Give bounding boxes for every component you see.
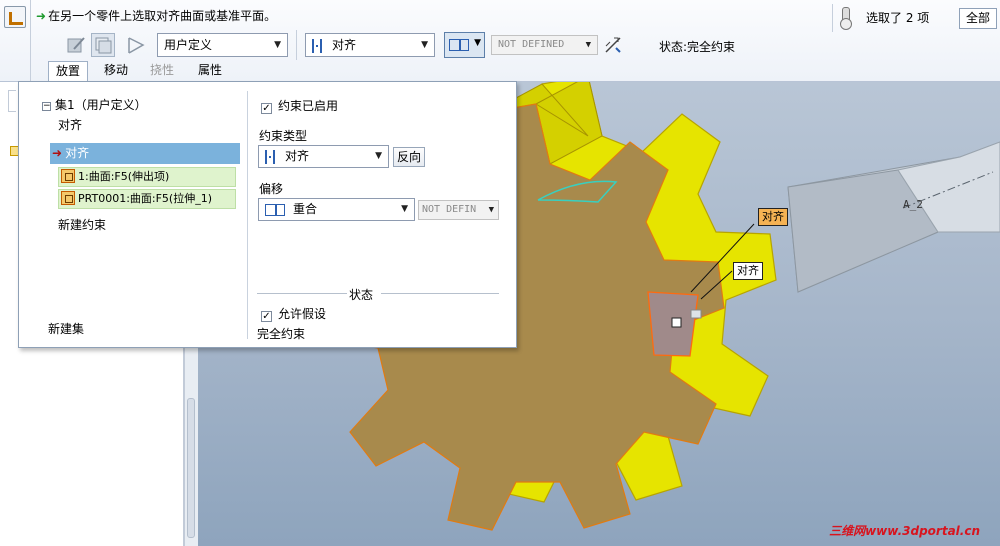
tab-flexibility: 挠性: [149, 63, 174, 77]
placement-status: 完全约束: [257, 327, 306, 341]
constraint-type-dropdown[interactable]: 对齐 ▼: [258, 145, 389, 168]
divider: [832, 4, 833, 32]
coincident-icon: [265, 203, 285, 216]
constraint-type-value: 对齐: [332, 38, 357, 52]
chevron-down-icon: ▼: [474, 38, 481, 48]
connection-tool-button[interactable]: [125, 33, 149, 57]
window-icon: [95, 37, 112, 54]
allow-assumptions-label: 允许假设: [278, 307, 327, 321]
prompt-arrow-icon: ➜: [36, 9, 47, 23]
datum-marker: [690, 309, 702, 319]
part-surface-icon: [61, 169, 75, 183]
set-type-value: 用户定义: [164, 38, 213, 52]
constraint-type-value: 对齐: [285, 149, 310, 163]
offset-value: NOT DEFINED: [498, 39, 565, 50]
edit-tool-button[interactable]: [64, 33, 88, 57]
flip-button[interactable]: 反向: [393, 147, 425, 167]
collapse-icon[interactable]: −: [42, 102, 51, 111]
chevron-down-icon: ▼: [488, 205, 494, 215]
reference-label: PRT0001:曲面:F5(拉伸_1): [78, 192, 213, 205]
chevron-down-icon: ▼: [421, 40, 428, 50]
datum-marker: [671, 317, 682, 328]
part-surface-icon: [61, 191, 75, 205]
checkbox-checked-icon[interactable]: ✓: [261, 311, 272, 322]
allow-assumptions-checkbox[interactable]: ✓ 允许假设: [261, 305, 326, 322]
align-icon: [312, 38, 322, 53]
offset-value-field[interactable]: NOT DEFINED ▼: [491, 35, 598, 55]
offset-distance-value: NOT DEFIN: [422, 204, 477, 215]
divider: [296, 30, 297, 60]
prompt-text: 在另一个零件上选取对齐曲面或基准平面。: [48, 9, 277, 23]
flip-icon: [605, 37, 621, 53]
divider: [30, 0, 31, 82]
group-rule: [257, 293, 347, 294]
align-icon: [265, 149, 275, 164]
selection-count: 选取了 2 项: [866, 11, 930, 25]
axis-label: A_2: [903, 198, 923, 211]
reference-label: 1:曲面:F5(伸出项): [78, 170, 170, 183]
selection-status-icon: [840, 7, 852, 30]
tab-move[interactable]: 移动: [96, 61, 136, 81]
constraint-callout-2[interactable]: 对齐: [733, 262, 763, 280]
constraint-item-selected[interactable]: ➜ 对齐: [50, 143, 240, 164]
tab-properties[interactable]: 属性: [190, 61, 230, 81]
set-title: 集1（用户定义）: [55, 98, 147, 112]
flip-button[interactable]: [604, 36, 622, 54]
checkbox-checked-icon[interactable]: ✓: [261, 103, 272, 114]
new-set-item[interactable]: 新建集: [48, 320, 84, 337]
chevron-down-icon: ▼: [585, 40, 591, 50]
component-placement-dashboard: ➜ 在另一个零件上选取对齐曲面或基准平面。 选取了 2 项 全部 用户定义 ▼ 对齐…: [0, 0, 1000, 82]
constraint-type-select[interactable]: 对齐 ▼: [305, 33, 435, 57]
offset-type-value: 重合: [293, 202, 318, 216]
chevron-down-icon: ▼: [401, 204, 408, 214]
constraint-item-label: 对齐: [65, 146, 90, 160]
group-rule: [381, 293, 499, 294]
reference-row-component[interactable]: 1:曲面:F5(伸出项): [58, 167, 236, 187]
offset-type-dropdown[interactable]: 重合 ▼: [258, 198, 415, 221]
separate-window-button[interactable]: [91, 33, 115, 57]
message-prompt: ➜ 在另一个零件上选取对齐曲面或基准平面。: [36, 7, 276, 24]
offset-distance-field: NOT DEFIN ▼: [418, 200, 499, 220]
constraint-enabled-label: 约束已启用: [278, 99, 339, 113]
constraint-status: 状态:完全约束: [659, 40, 736, 54]
constraint-callout-1[interactable]: 对齐: [758, 208, 788, 226]
placement-panel: − 集1（用户定义） 对齐 ➜ 对齐 1:曲面:F5(伸出项) PRT0001:曲面…: [18, 81, 517, 348]
scrollbar-thumb[interactable]: [187, 398, 195, 538]
offset-type-button[interactable]: ▼: [444, 32, 485, 58]
new-constraint-item[interactable]: 新建约束: [58, 216, 106, 233]
constraint-type-label: 约束类型: [259, 129, 308, 143]
current-arrow-icon: ➜: [52, 146, 63, 160]
set-type-select[interactable]: 用户定义 ▼: [157, 33, 288, 57]
coincident-icon: [449, 39, 469, 51]
tree-tab-edge: [8, 90, 16, 112]
connection-icon: [128, 37, 145, 54]
constraint-set-list[interactable]: − 集1（用户定义） 对齐 ➜ 对齐 1:曲面:F5(伸出项) PRT0001:曲面…: [34, 91, 248, 339]
edit-pencil-icon: [67, 37, 85, 53]
chevron-down-icon: ▼: [375, 151, 382, 161]
constraint-enabled-checkbox[interactable]: ✓ 约束已启用: [261, 97, 338, 114]
chevron-down-icon: ▼: [274, 40, 281, 50]
reference-row-assembly[interactable]: PRT0001:曲面:F5(拉伸_1): [58, 189, 236, 209]
assemble-icon: [4, 6, 26, 28]
tab-placement[interactable]: 放置: [48, 61, 88, 82]
set-node[interactable]: − 集1（用户定义）: [42, 96, 147, 113]
status-group-label: 状态: [349, 288, 374, 302]
selection-filter[interactable]: 全部: [959, 8, 997, 29]
watermark: 三维网www.3dportal.cn: [829, 524, 980, 538]
offset-label: 偏移: [259, 182, 284, 196]
constraint-item[interactable]: 对齐: [58, 116, 82, 133]
